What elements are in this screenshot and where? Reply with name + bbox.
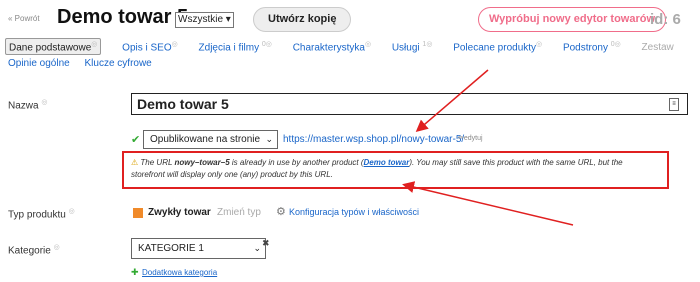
arrow-to-url [415, 69, 489, 132]
annotation-arrows [402, 69, 574, 226]
arrow-to-warning [402, 181, 574, 226]
